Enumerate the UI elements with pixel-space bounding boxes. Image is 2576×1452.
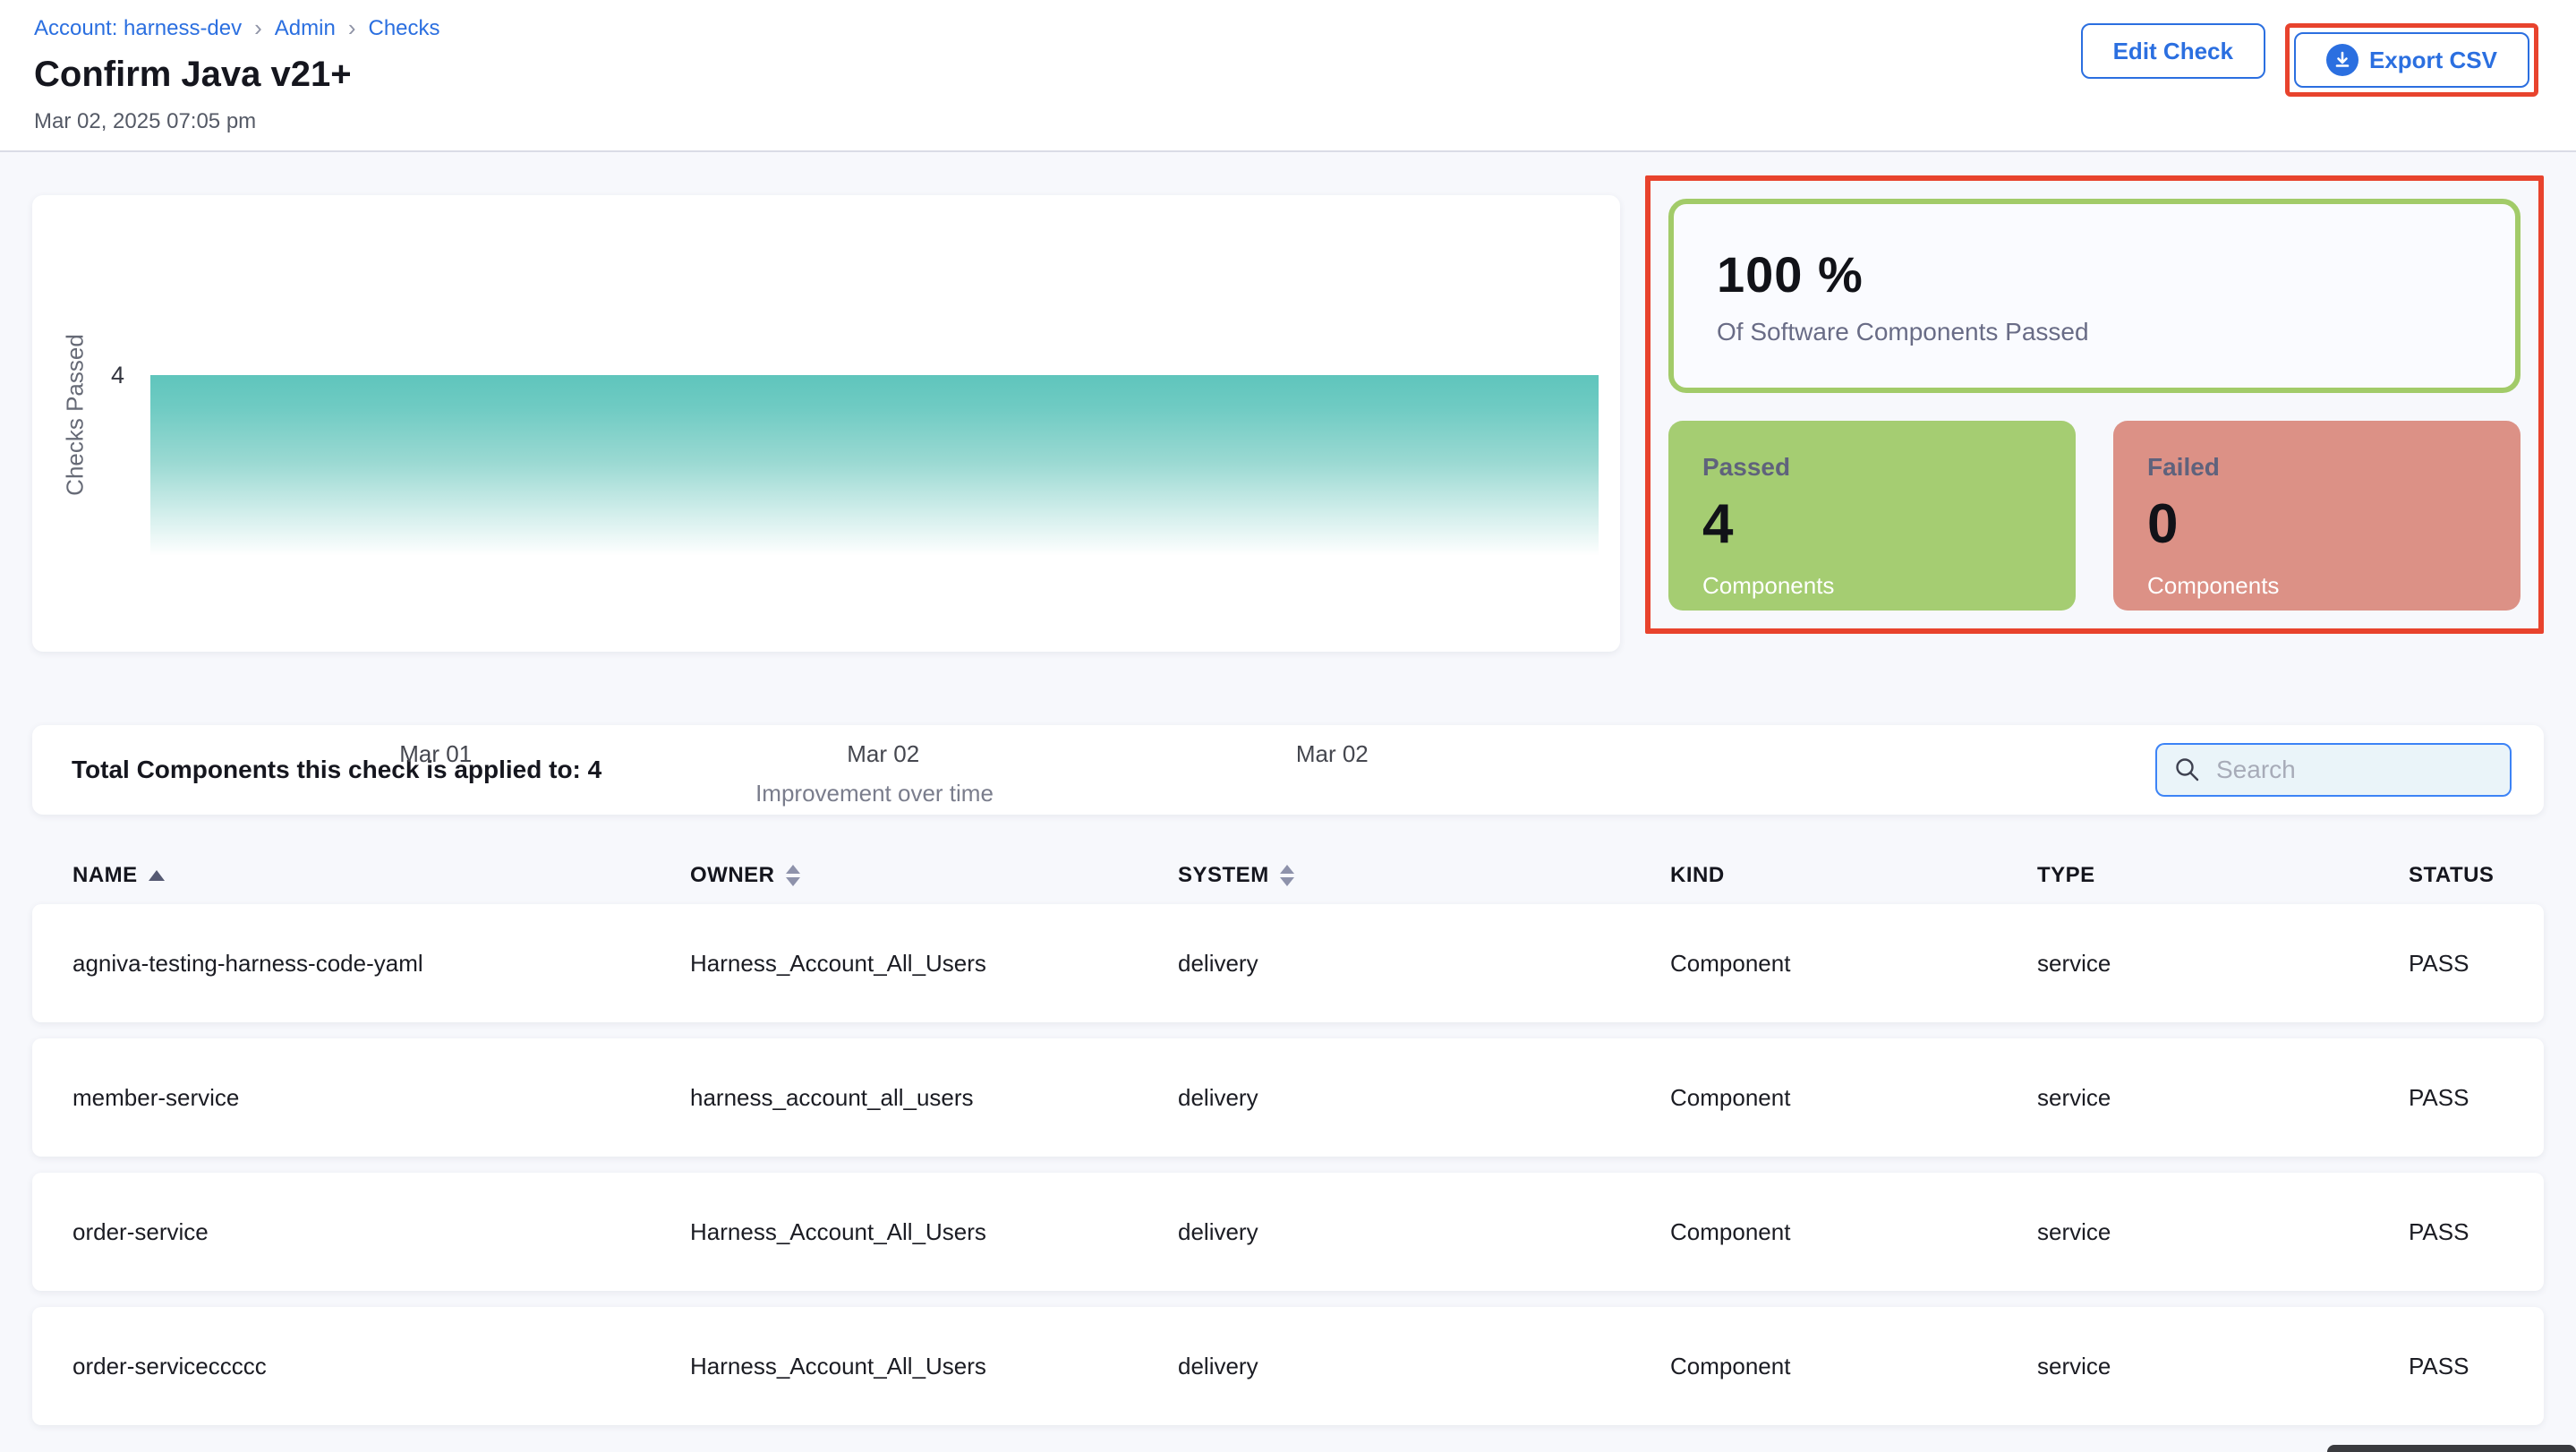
cell-name: member-service: [73, 1084, 690, 1112]
check-timestamp: Mar 02, 2025 07:05 pm: [34, 109, 2538, 134]
chart-y-axis-label: Checks Passed: [62, 317, 90, 514]
column-header-type: TYPE: [2037, 863, 2409, 888]
search-box: [2155, 743, 2512, 797]
overview-section: Checks Passed 4 Mar 01 Mar 02 Mar 02 Imp…: [32, 195, 2544, 652]
cell-type: service: [2037, 950, 2409, 978]
download-icon: [2326, 44, 2358, 76]
column-header-status: STATUS: [2409, 863, 2503, 888]
table-row[interactable]: agniva-testing-harness-code-yaml Harness…: [32, 904, 2544, 1022]
cell-type: service: [2037, 1218, 2409, 1246]
bottom-overlay: [2327, 1445, 2576, 1452]
chevron-right-icon: ›: [348, 14, 356, 42]
sort-asc-icon[interactable]: [149, 870, 165, 881]
cell-owner: Harness_Account_All_Users: [690, 1218, 1178, 1246]
search-input[interactable]: [2155, 743, 2512, 797]
cell-system: delivery: [1178, 950, 1670, 978]
failed-value: 0: [2147, 492, 2486, 556]
column-header-owner[interactable]: OWNER: [690, 863, 1178, 888]
cell-status: PASS: [2409, 1084, 2503, 1112]
column-label: OWNER: [690, 863, 775, 888]
chevron-right-icon: ›: [254, 14, 262, 42]
chart-x-tick: Mar 02: [847, 740, 919, 768]
passed-card: Passed 4 Components: [1668, 421, 2076, 611]
breadcrumb-account-link[interactable]: Account: harness-dev: [34, 16, 242, 41]
percent-passed-caption: Of Software Components Passed: [1717, 318, 2472, 346]
cell-system: delivery: [1178, 1084, 1670, 1112]
column-label: TYPE: [2037, 863, 2095, 888]
cell-kind: Component: [1670, 1218, 2037, 1246]
cell-kind: Component: [1670, 1353, 2037, 1380]
cell-status: PASS: [2409, 1218, 2503, 1246]
cell-system: delivery: [1178, 1218, 1670, 1246]
chart-plot-area: Mar 01 Mar 02 Mar 02 Improvement over ti…: [150, 375, 1599, 652]
breadcrumb-admin-link[interactable]: Admin: [275, 16, 336, 41]
passed-label: Passed: [1702, 453, 2042, 482]
cell-owner: harness_account_all_users: [690, 1084, 1178, 1112]
failed-label: Failed: [2147, 453, 2486, 482]
annotation-box-export: Export CSV: [2285, 23, 2538, 97]
table-header-row: NAME OWNER SYSTEM KIND TYPE STATUS: [32, 847, 2544, 904]
cell-kind: Component: [1670, 1084, 2037, 1112]
column-header-kind: KIND: [1670, 863, 2037, 888]
cell-owner: Harness_Account_All_Users: [690, 1353, 1178, 1380]
chart-y-tick: 4: [111, 362, 124, 389]
table-row[interactable]: order-service Harness_Account_All_Users …: [32, 1173, 2544, 1291]
table-row[interactable]: order-serviceccccc Harness_Account_All_U…: [32, 1307, 2544, 1425]
column-label: SYSTEM: [1178, 863, 1269, 888]
sort-icon[interactable]: [1280, 865, 1294, 886]
cell-owner: Harness_Account_All_Users: [690, 950, 1178, 978]
cell-status: PASS: [2409, 1353, 2503, 1380]
annotation-box-stats: 100 % Of Software Components Passed Pass…: [1645, 175, 2544, 634]
column-header-system[interactable]: SYSTEM: [1178, 863, 1670, 888]
cell-type: service: [2037, 1084, 2409, 1112]
count-cards: Passed 4 Components Failed 0 Components: [1668, 421, 2521, 611]
column-label: NAME: [73, 863, 138, 888]
checks-passed-chart: Checks Passed 4 Mar 01 Mar 02 Mar 02 Imp…: [32, 195, 1620, 652]
page-header: Account: harness-dev › Admin › Checks Co…: [0, 0, 2576, 152]
table-row[interactable]: member-service harness_account_all_users…: [32, 1038, 2544, 1157]
column-label: KIND: [1670, 863, 1725, 888]
cell-type: service: [2037, 1353, 2409, 1380]
cell-kind: Component: [1670, 950, 2037, 978]
components-table-section: Total Components this check is applied t…: [32, 725, 2544, 1425]
chart-area-fill: [150, 375, 1599, 556]
chart-x-tick: Mar 02: [1296, 740, 1369, 768]
column-header-name[interactable]: NAME: [73, 863, 690, 888]
edit-check-button[interactable]: Edit Check: [2081, 23, 2265, 79]
cell-name: order-service: [73, 1218, 690, 1246]
chart-x-axis-label: Improvement over time: [150, 780, 1599, 807]
search-icon: [2173, 756, 2202, 789]
cell-name: order-serviceccccc: [73, 1353, 690, 1380]
cell-name: agniva-testing-harness-code-yaml: [73, 950, 690, 978]
chart-x-tick: Mar 01: [399, 740, 472, 768]
cell-system: delivery: [1178, 1353, 1670, 1380]
passed-unit: Components: [1702, 572, 2042, 600]
export-csv-button[interactable]: Export CSV: [2294, 32, 2529, 88]
passed-value: 4: [1702, 492, 2042, 556]
header-actions: Edit Check Export CSV: [2081, 23, 2538, 97]
percent-passed-value: 100 %: [1717, 245, 2472, 303]
main-content: Checks Passed 4 Mar 01 Mar 02 Mar 02 Imp…: [0, 152, 2576, 1425]
export-csv-label: Export CSV: [2369, 47, 2497, 74]
column-label: STATUS: [2409, 863, 2494, 888]
cell-status: PASS: [2409, 950, 2503, 978]
breadcrumb-checks-link[interactable]: Checks: [369, 16, 440, 41]
failed-card: Failed 0 Components: [2113, 421, 2521, 611]
percent-passed-card: 100 % Of Software Components Passed: [1668, 199, 2521, 393]
failed-unit: Components: [2147, 572, 2486, 600]
sort-icon[interactable]: [786, 865, 800, 886]
